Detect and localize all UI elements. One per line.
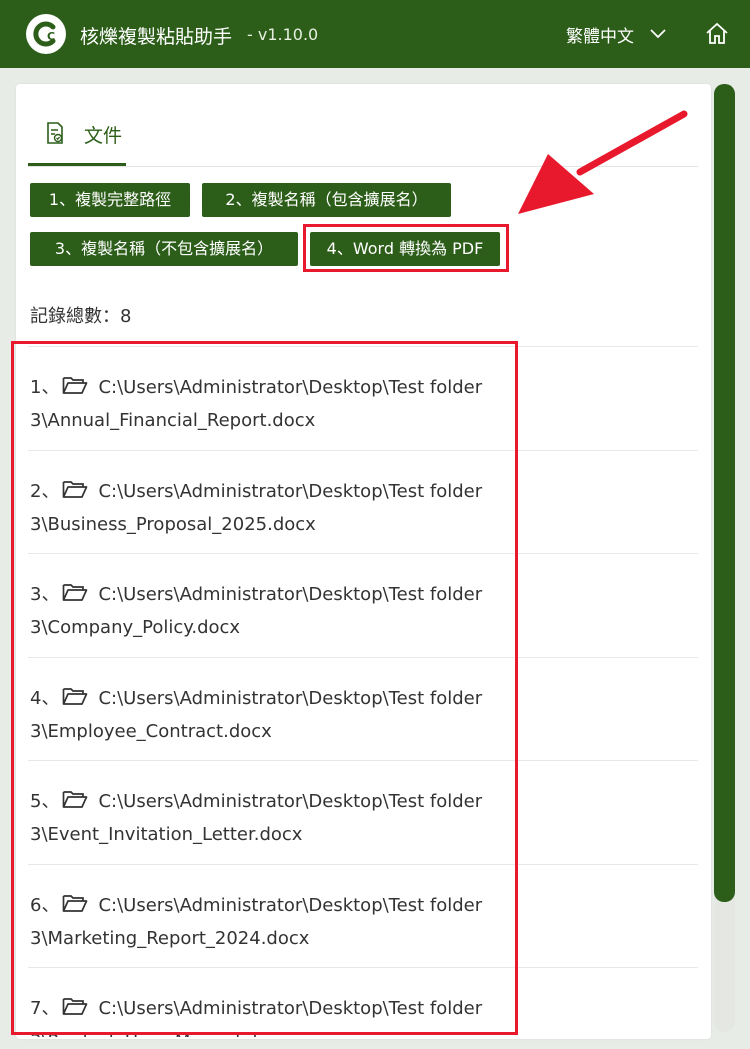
record-count: 記錄總數：8 — [30, 302, 131, 328]
tab-file[interactable]: 文件 — [28, 108, 126, 166]
tab-label: 文件 — [84, 125, 123, 147]
language-select[interactable]: 繁體中文 — [566, 22, 634, 47]
app-title: 核爍複製粘貼助手 — [80, 26, 233, 48]
title-bar: C 核爍複製粘貼助手 - v1.10.0 繁體中文 — [0, 0, 750, 68]
file-check-icon — [47, 122, 63, 144]
copy-full-path-button[interactable]: 1、複製完整路徑 — [30, 183, 190, 217]
chevron-down-icon[interactable] — [650, 29, 666, 39]
annotation-arrow-icon — [518, 110, 688, 214]
svg-text:C: C — [47, 30, 55, 43]
scrollbar-thumb[interactable] — [714, 84, 735, 902]
record-count-label: 記錄總數： — [30, 306, 120, 327]
copy-name-without-ext-button[interactable]: 3、複製名稱（不包含擴展名） — [30, 232, 298, 266]
home-icon[interactable] — [705, 22, 729, 46]
app-version: - v1.10.0 — [247, 25, 319, 44]
copy-name-with-ext-button[interactable]: 2、複製名稱（包含擴展名） — [202, 183, 451, 217]
record-count-value: 8 — [120, 306, 132, 327]
highlight-box-button — [303, 224, 509, 272]
highlight-box-list — [11, 341, 518, 1035]
app-logo-icon: C — [26, 14, 66, 54]
